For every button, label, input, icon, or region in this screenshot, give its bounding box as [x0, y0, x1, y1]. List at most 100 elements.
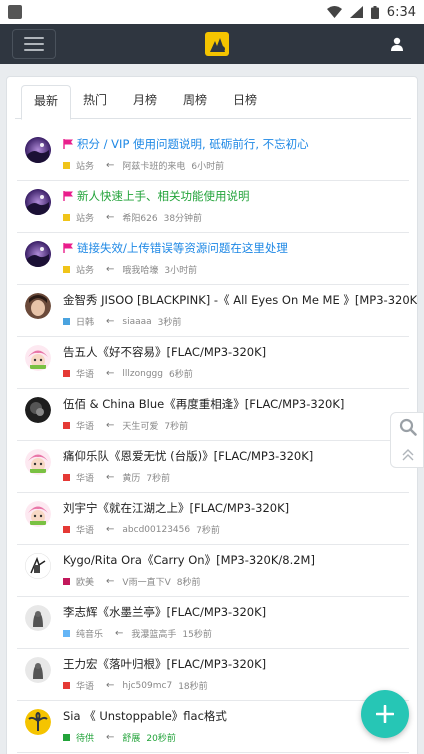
- avatar[interactable]: [25, 605, 51, 631]
- thread-row[interactable]: 积分 / VIP 使用问题说明, 砥砺前行, 不忘初心 站务 ← 阿兹卡班的来电 6小时…: [17, 129, 409, 181]
- post-time: 38分钟前: [163, 214, 203, 224]
- author-name[interactable]: 黄历: [122, 471, 140, 484]
- category-label[interactable]: 华语: [76, 523, 94, 536]
- tab-hot[interactable]: 热门: [75, 85, 115, 119]
- avatar[interactable]: [25, 553, 51, 579]
- author-name[interactable]: 希阳626: [122, 211, 157, 224]
- menu-toggle-button[interactable]: [12, 29, 56, 59]
- tab-latest[interactable]: 最新: [21, 85, 71, 120]
- back-to-top-button[interactable]: [391, 441, 424, 469]
- category-label[interactable]: 欧美: [76, 575, 94, 588]
- hamburger-icon: [24, 37, 44, 39]
- plus-icon: [376, 705, 394, 723]
- thread-meta: 待供 ← 舒展 20秒前: [63, 731, 176, 744]
- search-button[interactable]: [391, 413, 424, 441]
- category-label[interactable]: 华语: [76, 471, 94, 484]
- avatar[interactable]: [25, 345, 51, 371]
- arrow-left-icon: ←: [106, 212, 115, 223]
- category-color-dot: [63, 734, 70, 741]
- category-label[interactable]: 日韩: [76, 315, 94, 328]
- thread-title-link[interactable]: 积分 / VIP 使用问题说明, 砥砺前行, 不忘初心: [63, 136, 309, 152]
- thread-title-link[interactable]: 王力宏《落叶归根》[FLAC/MP3-320K]: [63, 656, 266, 672]
- category-color-dot: [63, 526, 70, 533]
- thread-title-text: 金智秀 JISOO [BLACKPINK] -《 All Eyes On Me …: [63, 293, 418, 307]
- post-time: 7秒前: [146, 474, 171, 484]
- avatar[interactable]: [25, 449, 51, 475]
- thread-title-text: 告五人《好不容易》[FLAC/MP3-320K]: [63, 345, 267, 359]
- category-label[interactable]: 华语: [76, 367, 94, 380]
- thread-row[interactable]: 李志辉《水墨兰亭》[FLAC/MP3-320K] 纯音乐 ← 我瀑篮高手 15秒前: [17, 597, 409, 649]
- thread-title-link[interactable]: 告五人《好不容易》[FLAC/MP3-320K]: [63, 344, 266, 360]
- avatar[interactable]: [25, 657, 51, 683]
- thread-title-link[interactable]: 刘宇宁《就在江湖之上》[FLAC/MP3-320K]: [63, 500, 289, 516]
- post-time: 6小时前: [191, 162, 225, 172]
- avatar[interactable]: [25, 137, 51, 163]
- category-color-dot: [63, 318, 70, 325]
- avatar[interactable]: [25, 189, 51, 215]
- thread-row[interactable]: Sia 《 Unstoppable》flac格式 待供 ← 舒展 20秒前: [17, 701, 409, 753]
- category-color-dot: [63, 474, 70, 481]
- thread-title-text: 新人快速上手、相关功能使用说明: [77, 189, 250, 203]
- thread-title-link[interactable]: 伍佰 & China Blue《再度重相逢》[FLAC/MP3-320K]: [63, 396, 344, 412]
- arrow-left-icon: ←: [106, 732, 115, 743]
- tab-daily[interactable]: 日榜: [225, 85, 265, 119]
- author-name[interactable]: siaaaa: [122, 317, 151, 327]
- thread-row[interactable]: 告五人《好不容易》[FLAC/MP3-320K] 华语 ← lllzonggg 6秒前: [17, 337, 409, 389]
- pin-flag-icon: [63, 243, 73, 253]
- avatar[interactable]: [25, 241, 51, 267]
- pin-flag-icon: [63, 139, 73, 149]
- thread-row[interactable]: Kygo/Rita Ora《Carry On》[MP3-320K/8.2M] 欧美…: [17, 545, 409, 597]
- author-name[interactable]: 阿兹卡班的来电: [122, 159, 185, 172]
- thread-title-link[interactable]: 新人快速上手、相关功能使用说明: [63, 188, 250, 204]
- thread-row[interactable]: 金智秀 JISOO [BLACKPINK] -《 All Eyes On Me …: [17, 285, 417, 337]
- new-thread-button[interactable]: [361, 690, 409, 738]
- thread-title-link[interactable]: 金智秀 JISOO [BLACKPINK] -《 All Eyes On Me …: [63, 292, 418, 308]
- arrow-left-icon: ←: [106, 524, 115, 535]
- thread-row[interactable]: 链接失效/上传错误等资源问题在这里处理 站务 ← 哦我哈壕 3小时前: [17, 233, 409, 285]
- category-label[interactable]: 站务: [76, 211, 94, 224]
- thread-row[interactable]: 痛仰乐队《恩爱无忧 (台版)》[FLAC/MP3-320K] 华语 ← 黄历 7秒前: [17, 441, 409, 493]
- avatar[interactable]: [25, 709, 51, 735]
- thread-row[interactable]: 伍佰 & China Blue《再度重相逢》[FLAC/MP3-320K] 华语 ←…: [17, 389, 409, 441]
- arrow-left-icon: ←: [106, 264, 115, 275]
- thread-title-text: 积分 / VIP 使用问题说明, 砥砺前行, 不忘初心: [77, 137, 309, 151]
- signal-icon: [349, 6, 363, 18]
- site-logo-icon[interactable]: [205, 32, 229, 56]
- thread-row[interactable]: 王力宏《落叶归根》[FLAC/MP3-320K] 华语 ← hjc509mc7 18秒前: [17, 649, 409, 701]
- category-label[interactable]: 站务: [76, 263, 94, 276]
- category-label[interactable]: 站务: [76, 159, 94, 172]
- author-name[interactable]: 我瀑篮高手: [131, 627, 176, 640]
- category-label[interactable]: 待供: [76, 731, 94, 744]
- post-time: 8秒前: [176, 578, 201, 588]
- category-label[interactable]: 华语: [76, 679, 94, 692]
- author-name[interactable]: lllzonggg: [122, 369, 163, 379]
- post-time: 18秒前: [178, 682, 208, 692]
- double-chevron-up-icon: [402, 449, 414, 461]
- category-label[interactable]: 纯音乐: [76, 627, 103, 640]
- thread-title-link[interactable]: Kygo/Rita Ora《Carry On》[MP3-320K/8.2M]: [63, 552, 315, 568]
- category-label[interactable]: 华语: [76, 419, 94, 432]
- thread-title-link[interactable]: 链接失效/上传错误等资源问题在这里处理: [63, 240, 288, 256]
- avatar[interactable]: [25, 397, 51, 423]
- tab-weekly[interactable]: 周榜: [175, 85, 215, 119]
- avatar[interactable]: [25, 501, 51, 527]
- author-name[interactable]: hjc509mc7: [122, 681, 172, 691]
- thread-title-link[interactable]: 李志辉《水墨兰亭》[FLAC/MP3-320K]: [63, 604, 266, 620]
- thread-title-link[interactable]: 痛仰乐队《恩爱无忧 (台版)》[FLAC/MP3-320K]: [63, 448, 313, 464]
- author-name[interactable]: 舒展: [122, 731, 140, 744]
- author-name[interactable]: 哦我哈壕: [122, 263, 158, 276]
- thread-meta: 欧美 ← V雨一直下V 8秒前: [63, 575, 200, 588]
- arrow-left-icon: ←: [106, 368, 115, 379]
- side-tools: [390, 412, 424, 468]
- tab-monthly[interactable]: 月榜: [125, 85, 165, 119]
- author-name[interactable]: V雨一直下V: [122, 575, 170, 588]
- thread-row[interactable]: 刘宇宁《就在江湖之上》[FLAC/MP3-320K] 华语 ← abcd0012345…: [17, 493, 409, 545]
- thread-row[interactable]: 新人快速上手、相关功能使用说明 站务 ← 希阳626 38分钟前: [17, 181, 409, 233]
- thread-title-link[interactable]: Sia 《 Unstoppable》flac格式: [63, 708, 227, 724]
- author-name[interactable]: abcd00123456: [122, 525, 190, 535]
- user-icon[interactable]: [390, 37, 404, 51]
- author-name[interactable]: 天生可爱: [122, 419, 158, 432]
- status-bar: 6:34: [0, 0, 424, 24]
- thread-title-text: Sia 《 Unstoppable》flac格式: [63, 709, 227, 723]
- avatar[interactable]: [25, 293, 51, 319]
